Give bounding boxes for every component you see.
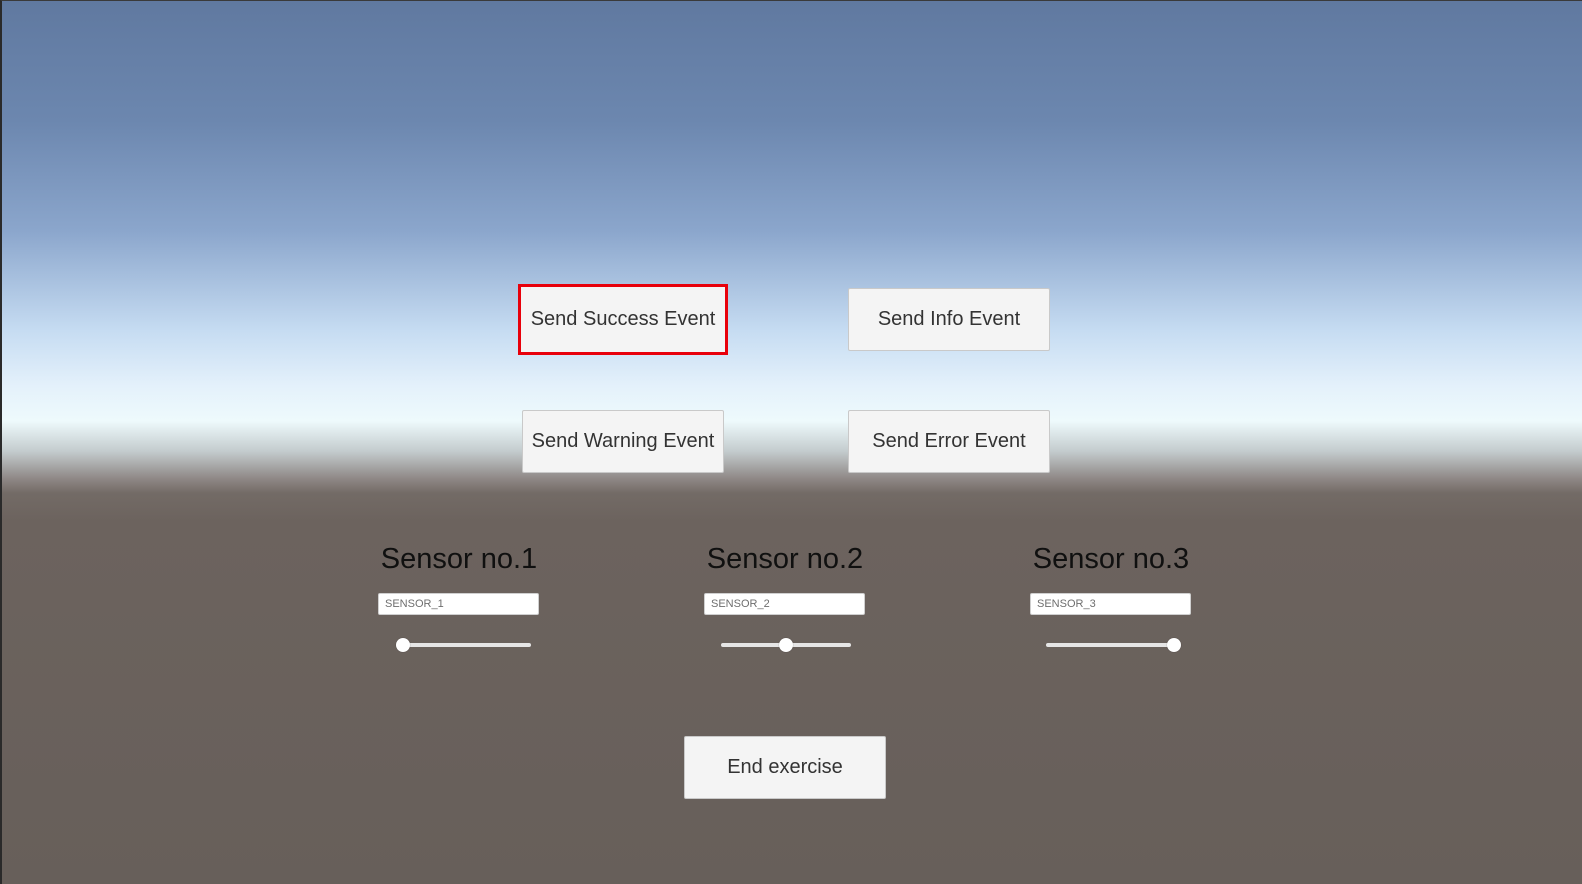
sensor-1-input[interactable]: SENSOR_1 — [378, 593, 539, 615]
skybox-background: Send Success Event Send Info Event Send … — [0, 0, 1582, 884]
slider-thumb[interactable] — [1167, 638, 1181, 652]
slider-track — [401, 643, 531, 647]
send-error-event-button[interactable]: Send Error Event — [848, 410, 1050, 473]
sensor-3-slider[interactable] — [1046, 637, 1181, 653]
send-success-event-button[interactable]: Send Success Event — [518, 284, 728, 355]
sensor-1-slider[interactable] — [396, 637, 531, 653]
send-warning-event-button[interactable]: Send Warning Event — [522, 410, 724, 473]
sensor-2-input[interactable]: SENSOR_2 — [704, 593, 865, 615]
sensor-3-title: Sensor no.3 — [1032, 543, 1190, 575]
send-info-event-button[interactable]: Send Info Event — [848, 288, 1050, 351]
sensor-2-title: Sensor no.2 — [706, 543, 864, 575]
sensor-3-input[interactable]: SENSOR_3 — [1030, 593, 1191, 615]
slider-thumb[interactable] — [396, 638, 410, 652]
slider-thumb[interactable] — [779, 638, 793, 652]
end-exercise-button[interactable]: End exercise — [684, 736, 886, 799]
slider-track — [1046, 643, 1176, 647]
sensor-1-title: Sensor no.1 — [380, 543, 538, 575]
sensor-2-slider[interactable] — [721, 637, 851, 653]
